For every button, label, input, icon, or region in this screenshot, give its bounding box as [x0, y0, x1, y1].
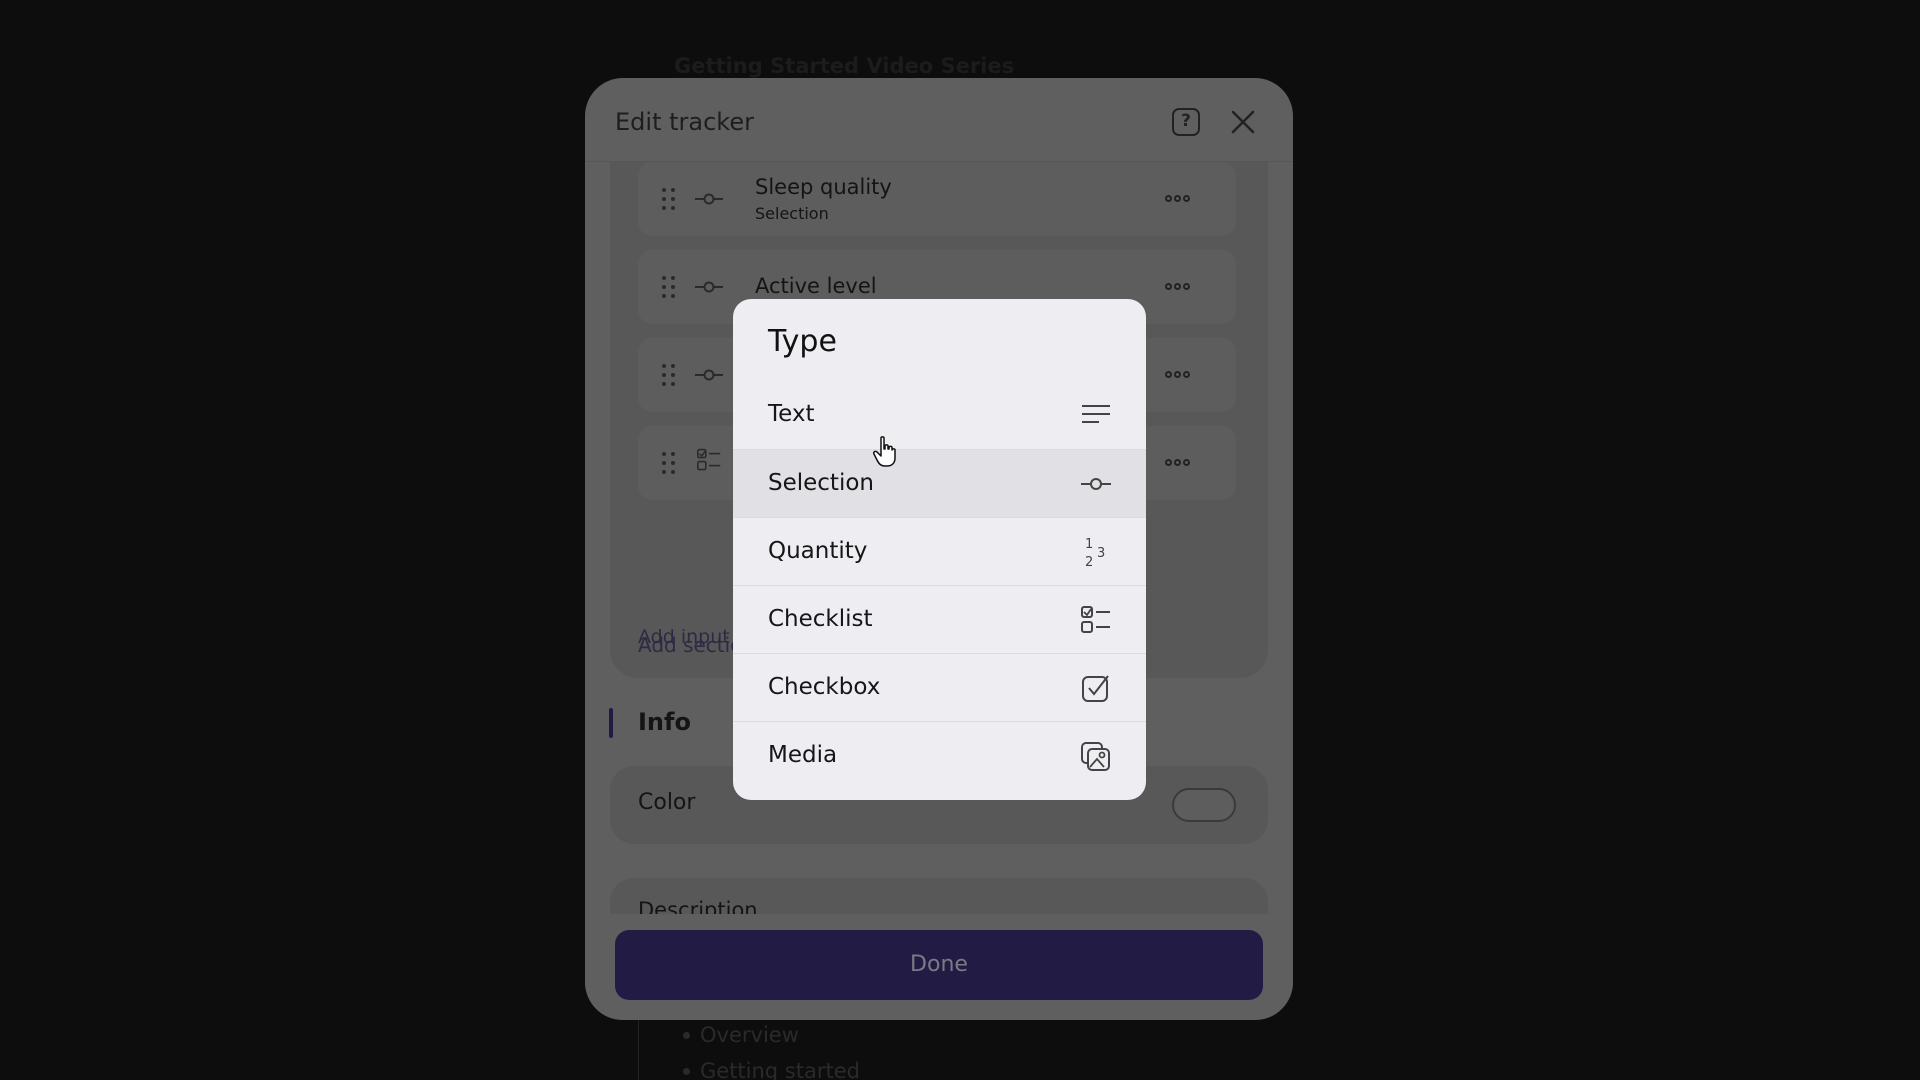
input-name: Sleep quality [755, 175, 892, 199]
drag-handle-icon[interactable] [662, 188, 676, 210]
checkbox-icon [1082, 675, 1109, 702]
color-picker[interactable] [1172, 788, 1236, 822]
hand-pointer-icon [873, 436, 896, 467]
type-option-checklist[interactable]: Checklist [733, 585, 1146, 653]
background-list: Overview Getting started [683, 1019, 860, 1080]
more-options-icon[interactable] [1165, 193, 1191, 205]
input-name: Active level [755, 274, 877, 298]
svg-text:2: 2 [1085, 555, 1093, 569]
option-label: Quantity [768, 538, 868, 564]
option-label: Checkbox [768, 674, 881, 700]
color-label: Color [638, 790, 696, 815]
type-popup: Type Text Selection Quantity 1 2 3 Check… [733, 299, 1146, 800]
selection-icon [695, 281, 723, 293]
option-label: Selection [768, 470, 874, 496]
option-label: Checklist [768, 606, 873, 632]
option-label: Text [768, 401, 815, 427]
help-button[interactable]: ? [1172, 108, 1200, 136]
drag-handle-icon[interactable] [662, 276, 676, 298]
more-options-icon[interactable] [1165, 281, 1191, 293]
close-icon[interactable] [1230, 109, 1256, 135]
input-type: Selection [755, 204, 829, 223]
type-option-media[interactable]: Media [733, 721, 1146, 789]
drag-handle-icon[interactable] [662, 452, 676, 474]
done-button[interactable]: Done [615, 930, 1263, 1000]
background-list-item: Overview [683, 1019, 860, 1055]
checklist-icon [1081, 606, 1110, 633]
dialog-header: Edit tracker ? [585, 78, 1293, 162]
info-heading: Info [638, 708, 691, 736]
type-option-checkbox[interactable]: Checkbox [733, 653, 1146, 721]
type-option-selection[interactable]: Selection [733, 449, 1146, 517]
drag-handle-icon[interactable] [662, 364, 676, 386]
more-options-icon[interactable] [1165, 369, 1191, 381]
number-123-icon: 1 2 3 [1085, 537, 1105, 569]
type-option-quantity[interactable]: Quantity 1 2 3 [733, 517, 1146, 585]
background-title: Getting Started Video Series [674, 54, 1015, 78]
option-label: Media [768, 742, 838, 768]
popup-title: Type [768, 324, 837, 359]
slider-icon [1081, 478, 1111, 490]
svg-text:1: 1 [1085, 537, 1093, 552]
question-icon: ? [1181, 111, 1191, 131]
selection-icon [695, 193, 723, 205]
type-option-text[interactable]: Text [733, 381, 1146, 449]
svg-text:3: 3 [1097, 546, 1105, 561]
info-section-marker [609, 708, 613, 738]
more-options-icon[interactable] [1165, 457, 1191, 469]
text-lines-icon [1082, 405, 1110, 423]
dialog-title: Edit tracker [615, 108, 754, 136]
checklist-icon [697, 448, 721, 471]
dialog-footer: Done [585, 914, 1293, 1020]
selection-icon [695, 369, 723, 381]
background-list-item: Getting started [683, 1055, 860, 1080]
input-row-sleep-quality[interactable]: Sleep quality Selection [638, 162, 1236, 236]
media-icon [1081, 742, 1110, 771]
